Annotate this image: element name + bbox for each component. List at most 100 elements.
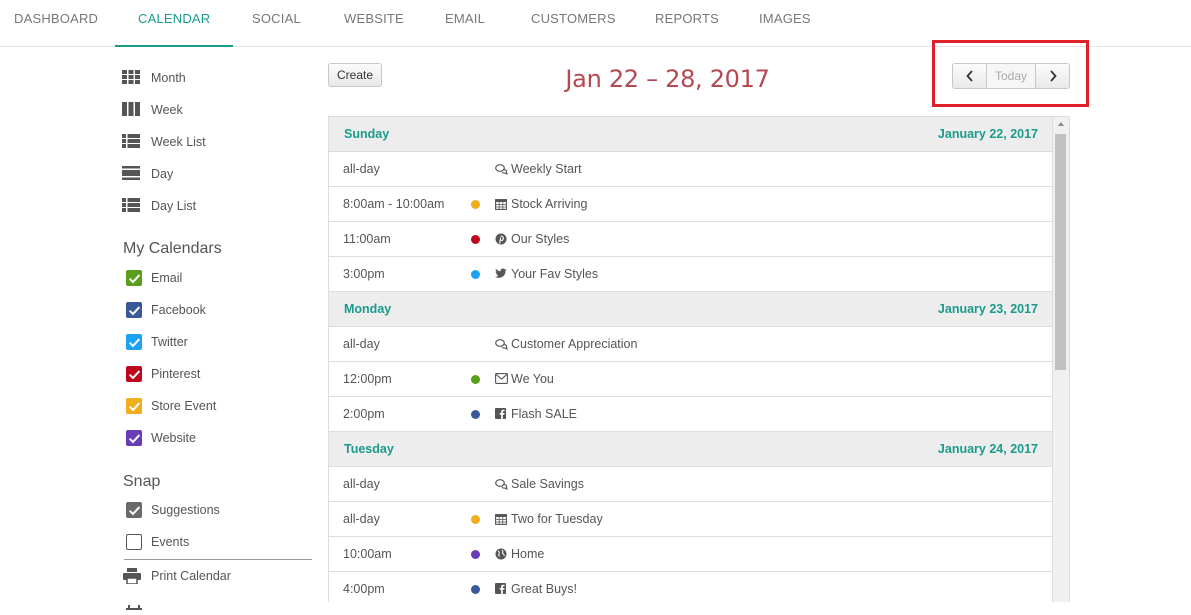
event-time: all-day	[343, 512, 380, 526]
calendar-twitter[interactable]: Twitter	[122, 330, 188, 354]
event-color-dot	[471, 585, 480, 594]
tab-customers[interactable]: CUSTOMERS	[531, 0, 616, 46]
event-title: We You	[511, 372, 554, 386]
calendar-facebook-label: Facebook	[151, 303, 206, 317]
calendar-email-label: Email	[151, 271, 183, 285]
event-row[interactable]: 8:00am - 10:00am Stock Arriving	[329, 187, 1052, 222]
calendar-email[interactable]: Email	[122, 266, 182, 290]
tab-email[interactable]: EMAIL	[445, 0, 485, 46]
snap-suggestions[interactable]: Suggestions	[122, 498, 220, 522]
tab-website[interactable]: WEBSITE	[344, 0, 404, 46]
calendar-pinterest-label: Pinterest	[151, 367, 201, 381]
week-columns-icon	[122, 102, 142, 118]
day-header-row: Monday January 23, 2017	[329, 292, 1052, 327]
globe-icon	[495, 548, 507, 560]
event-color-dot	[471, 515, 480, 524]
scroll-up-arrow-icon[interactable]	[1058, 122, 1064, 126]
day-icon	[122, 166, 142, 182]
scrollbar-thumb[interactable]	[1055, 134, 1066, 370]
tab-images[interactable]: IMAGES	[759, 0, 811, 46]
day-date[interactable]: January 24, 2017	[938, 442, 1038, 456]
event-time: 12:00pm	[343, 372, 392, 386]
event-title: Stock Arriving	[511, 197, 588, 211]
checkbox-checked-icon[interactable]	[126, 430, 142, 446]
day-name: Monday	[344, 302, 392, 316]
event-time: all-day	[343, 162, 380, 176]
calendar-facebook[interactable]: Facebook	[122, 298, 206, 322]
view-day-label: Day	[151, 167, 174, 181]
checkbox-checked-icon[interactable]	[126, 366, 142, 382]
print-calendar-label: Print Calendar	[151, 569, 231, 583]
day-date[interactable]: January 22, 2017	[938, 127, 1038, 141]
view-day-list-label: Day List	[151, 199, 197, 213]
my-calendars-title: My Calendars	[123, 240, 222, 257]
event-title: Flash SALE	[511, 407, 578, 421]
event-row[interactable]: 11:00am Our Styles	[329, 222, 1052, 257]
event-time: 4:00pm	[343, 582, 385, 596]
calendar-store-event[interactable]: Store Event	[122, 394, 216, 418]
event-title: Your Fav Styles	[511, 267, 599, 281]
sidebar-divider	[124, 559, 312, 560]
view-week-list-label: Week List	[151, 135, 206, 149]
view-week-label: Week	[151, 103, 183, 117]
event-color-dot	[471, 200, 480, 209]
twitter-icon	[495, 268, 507, 280]
event-row[interactable]: 2:00pm Flash SALE	[329, 397, 1052, 432]
tab-calendar[interactable]: CALENDAR	[114, 0, 234, 47]
view-month-label: Month	[151, 71, 186, 85]
event-time: 10:00am	[343, 547, 392, 561]
checkbox-checked-icon[interactable]	[126, 398, 142, 414]
view-day[interactable]: Day	[122, 162, 173, 186]
view-month[interactable]: Month	[122, 66, 186, 90]
event-title: Home	[511, 547, 545, 561]
print-calendar-link[interactable]: Print Calendar	[122, 564, 231, 588]
snap-events[interactable]: Events	[122, 530, 189, 554]
calendar-icon	[495, 513, 507, 525]
week-list-icon	[122, 134, 142, 150]
day-list-icon	[122, 198, 142, 214]
view-day-list[interactable]: Day List	[122, 194, 196, 218]
chat-icon	[495, 338, 508, 351]
event-row[interactable]: all-day Weekly Start	[329, 152, 1052, 187]
calendar-website[interactable]: Website	[122, 426, 196, 450]
view-week-list[interactable]: Week List	[122, 130, 206, 154]
checkbox-checked-icon[interactable]	[126, 302, 142, 318]
checkbox-unchecked-icon[interactable]	[126, 534, 142, 550]
tab-reports[interactable]: REPORTS	[655, 0, 719, 46]
day-name: Sunday	[344, 127, 390, 141]
event-row[interactable]: all-day Sale Savings	[329, 467, 1052, 502]
event-row[interactable]: 3:00pm Your Fav Styles	[329, 257, 1052, 292]
tab-dashboard[interactable]: DASHBOARD	[14, 0, 98, 46]
create-button[interactable]: Create	[328, 63, 382, 87]
event-time: all-day	[343, 337, 380, 351]
event-color-dot	[471, 270, 480, 279]
event-time: all-day	[343, 477, 380, 491]
event-title: Weekly Start	[511, 162, 582, 176]
event-color-dot	[471, 410, 480, 419]
agenda-list: Sunday January 22, 2017 all-day Weekly S…	[328, 116, 1070, 602]
calendar-pinterest[interactable]: Pinterest	[122, 362, 200, 386]
day-date[interactable]: January 23, 2017	[938, 302, 1038, 316]
day-name: Tuesday	[344, 442, 394, 456]
checkbox-checked-icon[interactable]	[126, 334, 142, 350]
envelope-icon	[495, 373, 508, 385]
checkbox-checked-icon[interactable]	[126, 270, 142, 286]
event-time: 11:00am	[343, 232, 391, 246]
event-time: 8:00am - 10:00am	[343, 197, 445, 211]
event-color-dot	[471, 550, 480, 559]
facebook-icon	[495, 408, 507, 420]
event-row[interactable]: all-day Two for Tuesday	[329, 502, 1052, 537]
printer-icon	[122, 568, 142, 585]
day-header-row: Tuesday January 24, 2017	[329, 432, 1052, 467]
event-row[interactable]: all-day Customer Appreciation	[329, 327, 1052, 362]
checkbox-checked-icon[interactable]	[126, 502, 142, 518]
tab-social[interactable]: SOCIAL	[252, 0, 301, 46]
view-week[interactable]: Week	[122, 98, 183, 122]
facebook-icon	[495, 583, 507, 595]
event-row[interactable]: 10:00am Home	[329, 537, 1052, 572]
event-row[interactable]: 4:00pm Great Buys!	[329, 572, 1052, 602]
event-row[interactable]: 12:00pm We You	[329, 362, 1052, 397]
day-header-row: Sunday January 22, 2017	[329, 117, 1052, 152]
snap-title: Snap	[123, 473, 161, 490]
calendar-website-label: Website	[151, 431, 196, 445]
